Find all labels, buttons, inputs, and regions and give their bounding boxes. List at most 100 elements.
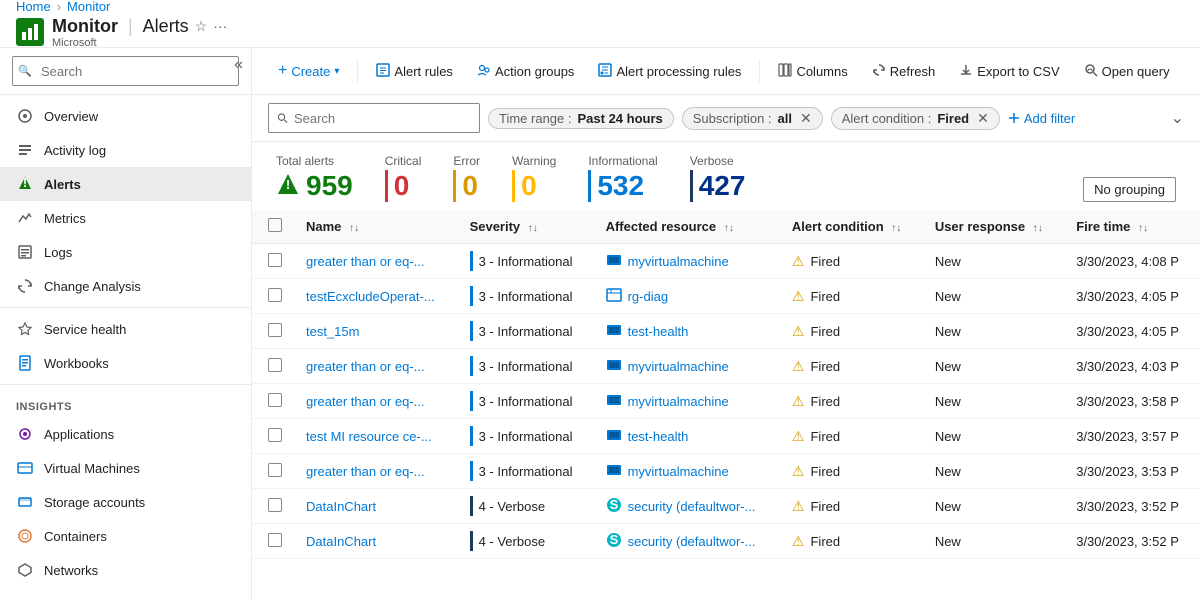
informational-bar bbox=[588, 170, 591, 202]
table-row: DataInChart 4 - Verbose S security (defa… bbox=[252, 524, 1200, 559]
row-name-link-7[interactable]: DataInChart bbox=[306, 499, 376, 514]
row-resource-link-6[interactable]: myvirtualmachine bbox=[606, 462, 768, 481]
row-checkbox-cell-3[interactable] bbox=[252, 349, 294, 384]
sidebar-item-applications-label: Applications bbox=[44, 427, 114, 442]
fire-time-sort-icon[interactable]: ↑↓ bbox=[1138, 223, 1148, 234]
row-checkbox-cell-1[interactable] bbox=[252, 279, 294, 314]
action-groups-button[interactable]: Action groups bbox=[467, 57, 585, 86]
sidebar-item-alerts[interactable]: ! Alerts bbox=[0, 167, 251, 201]
resource-icon-6 bbox=[606, 462, 622, 481]
columns-button[interactable]: Columns bbox=[768, 57, 857, 86]
resource-name-1: rg-diag bbox=[628, 289, 668, 304]
row-name-link-8[interactable]: DataInChart bbox=[306, 534, 376, 549]
add-filter-button[interactable]: Add filter bbox=[1008, 111, 1075, 126]
row-name-link-2[interactable]: test_15m bbox=[306, 324, 359, 339]
row-resource-link-2[interactable]: test-health bbox=[606, 322, 768, 341]
row-checkbox-cell-8[interactable] bbox=[252, 524, 294, 559]
condition-sort-icon[interactable]: ↑↓ bbox=[891, 223, 901, 234]
response-header[interactable]: User response ↑↓ bbox=[923, 210, 1064, 244]
filter-search[interactable] bbox=[268, 103, 480, 133]
row-resource-link-0[interactable]: myvirtualmachine bbox=[606, 252, 768, 271]
sidebar-item-logs[interactable]: Logs bbox=[0, 235, 251, 269]
sidebar-item-virtual-machines-label: Virtual Machines bbox=[44, 461, 140, 476]
no-grouping-button[interactable]: No grouping bbox=[1083, 177, 1176, 202]
sidebar-item-service-health[interactable]: Service health bbox=[0, 312, 251, 346]
sidebar-item-applications[interactable]: Applications bbox=[0, 417, 251, 451]
sidebar-search-input[interactable] bbox=[12, 56, 239, 86]
name-sort-icon[interactable]: ↑↓ bbox=[349, 223, 359, 234]
row-resource-link-4[interactable]: myvirtualmachine bbox=[606, 392, 768, 411]
create-dropdown-icon: ▾ bbox=[334, 66, 339, 77]
subscription-filter-close[interactable]: ✕ bbox=[800, 110, 812, 127]
resource-sort-icon[interactable]: ↑↓ bbox=[724, 223, 734, 234]
sidebar-item-metrics[interactable]: Metrics bbox=[0, 201, 251, 235]
resource-header[interactable]: Affected resource ↑↓ bbox=[594, 210, 780, 244]
row-resource-link-3[interactable]: myvirtualmachine bbox=[606, 357, 768, 376]
row-checkbox-cell-7[interactable] bbox=[252, 489, 294, 524]
row-checkbox-cell-2[interactable] bbox=[252, 314, 294, 349]
row-name-link-6[interactable]: greater than or eq-... bbox=[306, 464, 425, 479]
open-query-button[interactable]: Open query bbox=[1074, 57, 1180, 86]
row-resource-link-7[interactable]: S security (defaultwor-... bbox=[606, 497, 768, 516]
alert-condition-filter-close[interactable]: ✕ bbox=[977, 110, 989, 127]
row-checkbox-7[interactable] bbox=[268, 498, 282, 512]
condition-header[interactable]: Alert condition ↑↓ bbox=[780, 210, 923, 244]
row-checkbox-cell-0[interactable] bbox=[252, 244, 294, 279]
row-checkbox-0[interactable] bbox=[268, 253, 282, 267]
row-name-link-4[interactable]: greater than or eq-... bbox=[306, 394, 425, 409]
row-name-link-0[interactable]: greater than or eq-... bbox=[306, 254, 425, 269]
row-checkbox-cell-5[interactable] bbox=[252, 419, 294, 454]
refresh-button[interactable]: Refresh bbox=[862, 57, 946, 86]
response-sort-icon[interactable]: ↑↓ bbox=[1033, 223, 1043, 234]
pin-icon[interactable]: ☆ bbox=[195, 18, 208, 35]
row-checkbox-6[interactable] bbox=[268, 463, 282, 477]
row-checkbox-cell-4[interactable] bbox=[252, 384, 294, 419]
sidebar-item-change-analysis[interactable]: Change Analysis bbox=[0, 269, 251, 303]
row-checkbox-1[interactable] bbox=[268, 288, 282, 302]
total-alerts-icon: ! bbox=[276, 172, 300, 200]
export-csv-button[interactable]: Export to CSV bbox=[949, 57, 1069, 86]
sidebar-item-workbooks[interactable]: Workbooks bbox=[0, 346, 251, 380]
row-name-link-1[interactable]: testEcxcludeOperat-... bbox=[306, 289, 435, 304]
alert-rules-button[interactable]: Alert rules bbox=[366, 57, 463, 86]
columns-label: Columns bbox=[796, 64, 847, 79]
filter-search-input[interactable] bbox=[294, 111, 471, 126]
title-section: Monitor | Alerts ☆ ··· Microsoft bbox=[52, 16, 227, 49]
row-resource-link-5[interactable]: test-health bbox=[606, 427, 768, 446]
collapse-btn[interactable]: « bbox=[234, 56, 243, 74]
sidebar-item-networks[interactable]: Networks bbox=[0, 553, 251, 587]
sidebar-item-containers[interactable]: Containers bbox=[0, 519, 251, 553]
row-checkbox-3[interactable] bbox=[268, 358, 282, 372]
warning-bar bbox=[512, 170, 515, 202]
filters-expand-icon[interactable]: ⌄ bbox=[1171, 108, 1184, 128]
row-resource-link-8[interactable]: S security (defaultwor-... bbox=[606, 532, 768, 551]
sidebar-item-activity-log[interactable]: Activity log bbox=[0, 133, 251, 167]
resource-icon-3 bbox=[606, 357, 622, 376]
breadcrumb-monitor[interactable]: Monitor bbox=[67, 0, 110, 14]
row-name-link-3[interactable]: greater than or eq-... bbox=[306, 359, 425, 374]
row-checkbox-cell-6[interactable] bbox=[252, 454, 294, 489]
row-resource-link-1[interactable]: rg-diag bbox=[606, 287, 768, 306]
severity-sort-icon[interactable]: ↑↓ bbox=[528, 223, 538, 234]
fire-time-header[interactable]: Fire time ↑↓ bbox=[1064, 210, 1200, 244]
row-checkbox-4[interactable] bbox=[268, 393, 282, 407]
containers-icon bbox=[16, 527, 34, 545]
create-button[interactable]: + Create ▾ bbox=[268, 56, 349, 86]
row-checkbox-2[interactable] bbox=[268, 323, 282, 337]
sidebar-item-virtual-machines[interactable]: Virtual Machines bbox=[0, 451, 251, 485]
breadcrumb-home[interactable]: Home bbox=[16, 0, 51, 14]
select-all-header[interactable] bbox=[252, 210, 294, 244]
row-fire-time-8: 3/30/2023, 3:52 P bbox=[1064, 524, 1200, 559]
name-header[interactable]: Name ↑↓ bbox=[294, 210, 458, 244]
select-all-checkbox[interactable] bbox=[268, 218, 282, 232]
warn-icon-2: ⚠ bbox=[792, 323, 805, 340]
severity-header[interactable]: Severity ↑↓ bbox=[458, 210, 594, 244]
more-icon[interactable]: ··· bbox=[213, 18, 227, 34]
breadcrumb: Home › Monitor bbox=[16, 0, 227, 14]
alert-processing-rules-button[interactable]: Alert processing rules bbox=[588, 57, 751, 86]
sidebar-item-overview[interactable]: Overview bbox=[0, 99, 251, 133]
row-checkbox-8[interactable] bbox=[268, 533, 282, 547]
sidebar-item-storage-accounts[interactable]: Storage accounts bbox=[0, 485, 251, 519]
row-name-link-5[interactable]: test MI resource ce-... bbox=[306, 429, 432, 444]
row-checkbox-5[interactable] bbox=[268, 428, 282, 442]
